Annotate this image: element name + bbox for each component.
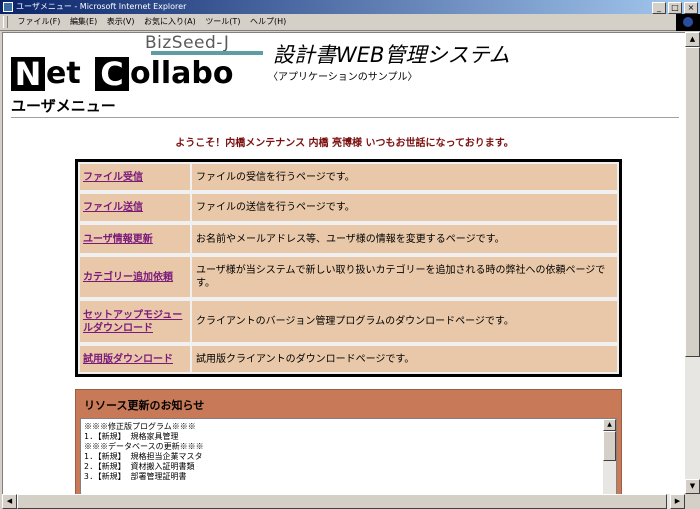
- menu-table: ファイル受信 ファイルの受信を行うページです。 ファイル送信 ファイルの送信を行…: [75, 159, 622, 377]
- title-bar: ユーザメニュー - Microsoft Internet Explorer _ □…: [0, 0, 700, 14]
- resource-news-panel: リソース更新のお知らせ ※※※修正版プログラム※※※ 1.【新規】 規格家具管理 ※…: [75, 389, 622, 495]
- menu-link-user-info-update[interactable]: ユーザ情報更新: [80, 225, 190, 253]
- news-scrollbar[interactable]: ▲: [603, 419, 616, 495]
- news-scroll-thumb[interactable]: [603, 431, 616, 461]
- page-title: ユーザメニュー: [11, 97, 116, 115]
- vertical-scroll-thumb[interactable]: [685, 47, 700, 357]
- menu-link-setup-module-download[interactable]: セットアップモジュールダウンロード: [80, 301, 190, 342]
- menu-link-trial-download[interactable]: 試用版ダウンロード: [80, 346, 190, 372]
- menu-edit[interactable]: 編集(E): [70, 14, 97, 30]
- menu-file[interactable]: ファイル(F): [18, 14, 61, 30]
- bizseed-underline: [151, 51, 263, 55]
- header-divider: [11, 117, 679, 119]
- logo-ollabo: ollabo: [130, 56, 234, 91]
- scroll-down-icon[interactable]: ▼: [685, 479, 700, 494]
- menu-row: 試用版ダウンロード 試用版クライアントのダウンロードページです。: [78, 344, 619, 374]
- menu-favorites[interactable]: お気に入り(A): [144, 14, 196, 30]
- page-horizontal-scrollbar[interactable]: ◀ ▶: [2, 494, 685, 509]
- menu-link-category-request[interactable]: カテゴリー追加依頼: [80, 257, 190, 297]
- menu-help[interactable]: ヘルプ(H): [250, 14, 286, 30]
- news-line: 2.【新規】 資材搬入証明書類: [84, 462, 195, 471]
- page-content: N et C ollabo BizSeed-J 設計書WEB管理システム 〈アプ…: [2, 32, 687, 496]
- menu-row: ファイル受信 ファイルの受信を行うページです。: [78, 162, 619, 192]
- menu-row: セットアップモジュールダウンロード クライアントのバージョン管理プログラムのダウ…: [78, 299, 619, 344]
- scroll-up-icon[interactable]: ▲: [603, 419, 616, 431]
- system-title: 設計書WEB管理システム: [273, 43, 510, 67]
- system-description: 〈アプリケーションのサンプル〉: [268, 72, 418, 83]
- welcome-message: ようこそ！内橋メンテナンス 内橋 亮博様 いつもお世話になっております。: [175, 138, 514, 149]
- menu-desc: ユーザ様が当システムで新しい取り扱いカテゴリーを追加される時の弊社への依頼ページ…: [192, 257, 617, 297]
- news-line: 1.【新規】 規格家具管理: [84, 432, 179, 441]
- menu-desc: ファイルの送信を行うページです。: [192, 194, 617, 221]
- scrollbar-corner: [685, 494, 700, 509]
- menu-link-file-receive[interactable]: ファイル受信: [80, 164, 190, 190]
- news-title: リソース更新のお知らせ: [84, 399, 205, 412]
- scroll-right-icon[interactable]: ▶: [670, 494, 685, 509]
- logo-n: N: [11, 57, 45, 91]
- news-line: 3.【新規】 部署管理証明書: [84, 472, 187, 481]
- menu-bar: ファイル(F) 編集(E) 表示(V) お気に入り(A) ツール(T) ヘルプ(…: [0, 14, 700, 31]
- logo-c: C: [95, 57, 129, 91]
- bizseed-label: BizSeed-J: [145, 33, 230, 53]
- window-title: ユーザメニュー - Microsoft Internet Explorer: [16, 2, 187, 11]
- menu-desc: 試用版クライアントのダウンロードページです。: [192, 346, 617, 372]
- scroll-left-icon[interactable]: ◀: [2, 494, 17, 509]
- scroll-up-icon[interactable]: ▲: [685, 32, 700, 47]
- menu-desc: ファイルの受信を行うページです。: [192, 164, 617, 190]
- menu-tools[interactable]: ツール(T): [205, 14, 240, 30]
- logo-et: et: [46, 56, 81, 91]
- menu-row: カテゴリー追加依頼 ユーザ様が当システムで新しい取り扱いカテゴリーを追加される時…: [78, 255, 619, 299]
- menu-desc: クライアントのバージョン管理プログラムのダウンロードページです。: [192, 301, 617, 342]
- news-line: 1.【新規】 規格担当企業マスタ: [84, 452, 203, 461]
- menu-link-file-send[interactable]: ファイル送信: [80, 194, 190, 221]
- maximize-icon[interactable]: □: [668, 2, 682, 14]
- ie-icon: [3, 2, 13, 12]
- news-line: ※※※修正版プログラム※※※: [84, 422, 196, 431]
- toolbar-grip[interactable]: [3, 16, 8, 28]
- menu-view[interactable]: 表示(V): [107, 14, 135, 30]
- close-icon[interactable]: ×: [684, 2, 698, 14]
- browser-window: ユーザメニュー - Microsoft Internet Explorer _ □…: [0, 0, 700, 509]
- menu-row: ユーザ情報更新 お名前やメールアドレス等、ユーザ様の情報を変更するページです。: [78, 223, 619, 255]
- minimize-icon[interactable]: _: [652, 2, 666, 14]
- menu-row: ファイル送信 ファイルの送信を行うページです。: [78, 192, 619, 223]
- news-text: ※※※修正版プログラム※※※ 1.【新規】 規格家具管理 ※※※データベースの更新※…: [84, 422, 594, 482]
- menu-desc: お名前やメールアドレス等、ユーザ様の情報を変更するページです。: [192, 225, 617, 253]
- windows-logo-icon: [676, 14, 700, 31]
- horizontal-scroll-thumb[interactable]: [17, 494, 667, 509]
- news-line: ※※※データベースの更新※※※: [84, 442, 204, 451]
- page-vertical-scrollbar[interactable]: ▲ ▼: [685, 32, 700, 494]
- news-textarea[interactable]: ※※※修正版プログラム※※※ 1.【新規】 規格家具管理 ※※※データベースの更新※…: [80, 418, 617, 495]
